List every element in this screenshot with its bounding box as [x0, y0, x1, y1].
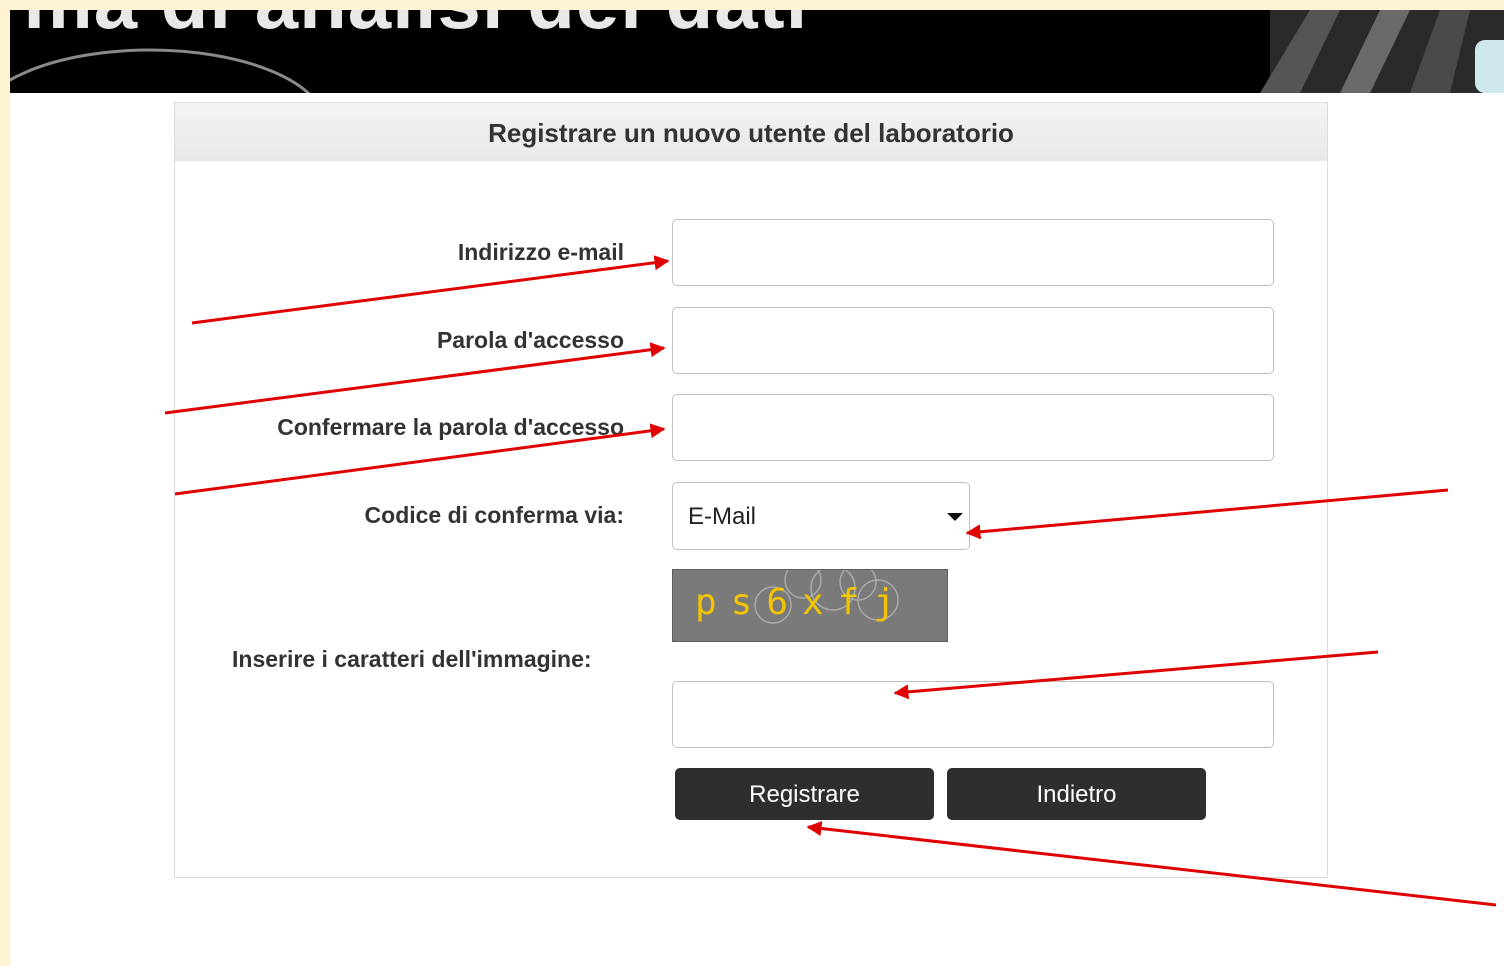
email-input[interactable]	[672, 219, 1274, 286]
confirm-password-input[interactable]	[672, 394, 1274, 461]
captcha-text: ps6xfj	[695, 582, 910, 623]
delivery-method-label: Codice di conferma via:	[364, 502, 624, 528]
captcha-image: ps6xfj	[672, 569, 948, 642]
captcha-label: Inserire i caratteri dell'immagine:	[232, 646, 592, 672]
captcha-input[interactable]	[672, 681, 1274, 748]
delivery-method-value: E-Mail	[688, 503, 757, 530]
page-frame-top	[0, 0, 1504, 10]
registration-panel: Registrare un nuovo utente del laborator…	[174, 102, 1328, 878]
header-banner: rma di analisi dei dati	[10, 10, 1504, 93]
email-label: Indirizzo e-mail	[457, 239, 624, 265]
caret-down-icon	[947, 513, 963, 521]
delivery-method-select[interactable]: E-Mail	[672, 482, 970, 550]
panel-title: Registrare un nuovo utente del laborator…	[488, 118, 1014, 148]
password-label: Parola d'accesso	[436, 327, 624, 353]
confirm-password-label: Confermare la parola d'accesso	[277, 414, 624, 440]
back-button[interactable]: Indietro	[947, 768, 1206, 820]
page-frame-left	[0, 0, 10, 966]
register-button[interactable]: Registrare	[675, 768, 934, 820]
banner-title: rma di analisi dei dati	[10, 10, 808, 47]
password-input[interactable]	[672, 307, 1274, 374]
panel-header: Registrare un nuovo utente del laborator…	[175, 103, 1327, 161]
